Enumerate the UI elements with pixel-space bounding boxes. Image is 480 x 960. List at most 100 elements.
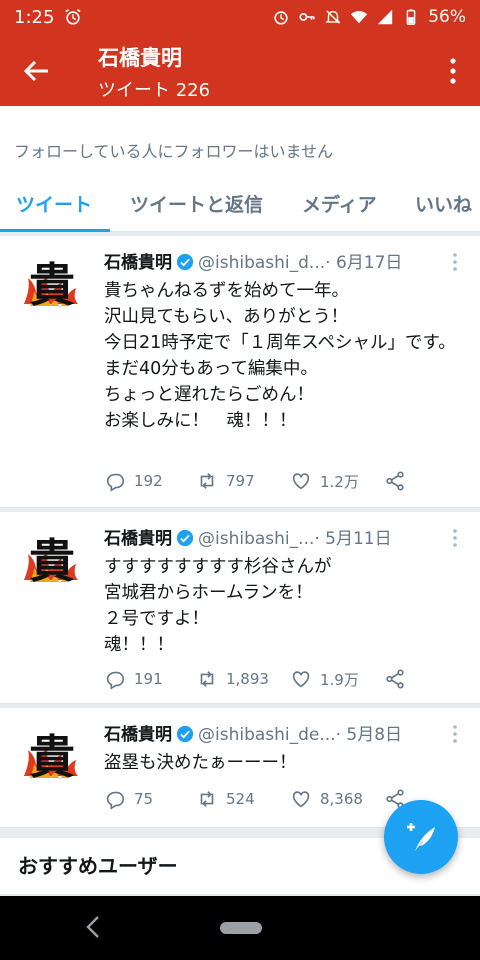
overflow-menu-icon[interactable] [448, 56, 458, 86]
verified-icon [176, 529, 194, 547]
tweet-text: すすすすすすすす杉谷さんが 宮城君からホームランを！ ２号ですよ！ 魂！！！ [104, 554, 468, 658]
reply-icon [106, 671, 125, 690]
share-icon [386, 669, 404, 689]
back-arrow-icon[interactable] [22, 56, 52, 86]
retweet-icon [200, 671, 214, 687]
reply-count: 191 [134, 670, 163, 688]
status-bar: 1:25 56% [0, 0, 480, 34]
retweet-count: 524 [226, 790, 255, 808]
status-time: 1:25 [14, 6, 55, 28]
retweet-button[interactable]: 524 [196, 788, 255, 810]
like-icon [292, 671, 310, 688]
reply-count: 75 [134, 790, 154, 808]
like-count: 1.9万 [320, 670, 359, 689]
tweet-menu-icon[interactable] [452, 528, 458, 548]
compose-tweet-button[interactable] [384, 800, 458, 874]
tweet-handle: @ishibashi_... [198, 529, 315, 549]
avatar-glyph: 貴 [29, 534, 75, 588]
battery-percent: 56% [428, 7, 466, 27]
tweet-date: · 6月17日 [325, 253, 403, 273]
vpn-key-icon [299, 13, 315, 21]
nav-home-pill[interactable] [220, 922, 262, 934]
tweet[interactable]: 貴 石橋貴明 @ishibashi_d...· 6月17日 貴ちゃんねるずを始めて… [0, 236, 480, 508]
nav-back-icon[interactable] [84, 914, 102, 940]
tab-indicator [0, 229, 110, 232]
profile-title: 石橋貴明 [98, 46, 182, 70]
reply-icon [106, 473, 125, 492]
reply-button[interactable]: 192 [104, 470, 163, 492]
avatar[interactable]: 貴 [16, 250, 88, 322]
tweet[interactable]: 貴 石橋貴明 @ishibashi_...· 5月11日 すすすすすすすす杉谷さん… [0, 512, 480, 704]
tweet-header: 石橋貴明 @ishibashi_d...· 6月17日 [104, 248, 402, 273]
tweet-text: 盗塁も決めたぁーーー！ [104, 750, 468, 776]
signal-icon [378, 9, 393, 25]
avatar[interactable]: 貴 [16, 722, 88, 794]
share-button[interactable] [384, 668, 406, 690]
tweet-author[interactable]: 石橋貴明 [104, 725, 172, 745]
retweet-icon [200, 473, 214, 489]
tweet-text: 貴ちゃんねるずを始めて一年。 沢山見てもらい、ありがとう！ 今日21時予定で「１… [104, 278, 468, 434]
tweet-line: ちょっと遅れたらごめん！ [104, 385, 314, 405]
alarm-icon [274, 11, 288, 25]
tab-media[interactable]: メディア [302, 190, 377, 217]
like-button[interactable]: 1.9万 [290, 668, 359, 690]
tweet-date: · 5月8日 [335, 725, 403, 745]
tab-tweets[interactable]: ツイート [16, 190, 92, 217]
avatar[interactable]: 貴 [16, 526, 88, 598]
tweet-header: 石橋貴明 @ishibashi_...· 5月11日 [104, 524, 392, 549]
retweet-icon [200, 791, 214, 807]
alarm-icon [65, 9, 82, 25]
tweet-actions: 191 1,893 1.9万 [104, 668, 464, 694]
tweet-line: 貴ちゃんねるずを始めて一年。 [104, 281, 349, 301]
battery-icon [406, 9, 416, 25]
retweet-count: 1,893 [226, 670, 269, 688]
share-button[interactable] [384, 470, 406, 492]
tweet-date: · 5月11日 [314, 529, 392, 549]
reply-icon [106, 791, 125, 810]
tweet-author[interactable]: 石橋貴明 [104, 253, 172, 273]
tweet-line: お楽しみに！ 魂！！！ [104, 411, 297, 431]
like-button[interactable]: 8,368 [290, 788, 363, 810]
wifi-icon [351, 11, 368, 24]
like-button[interactable]: 1.2万 [290, 470, 359, 492]
avatar-glyph: 貴 [29, 258, 75, 312]
tweet-menu-icon[interactable] [452, 252, 458, 272]
tweet-handle: @ishibashi_de... [198, 725, 336, 745]
share-icon [386, 471, 404, 491]
tweet-line: 沢山見てもらい、ありがとう！ [104, 307, 349, 327]
tweet-line: すすすすすすすす杉谷さんが [104, 557, 332, 577]
like-icon [292, 791, 310, 808]
tweet-line: 宮城君からホームランを！ [104, 583, 313, 603]
reply-button[interactable]: 75 [104, 788, 153, 810]
retweet-button[interactable]: 1,893 [196, 668, 269, 690]
compose-icon [407, 823, 435, 851]
reply-button[interactable]: 191 [104, 668, 163, 690]
tab-tweets-replies[interactable]: ツイートと返信 [130, 190, 263, 217]
tweet-line: ２号ですよ！ [104, 609, 209, 629]
retweet-button[interactable]: 797 [196, 470, 255, 492]
tweet-count: ツイート 226 [98, 80, 211, 101]
tweet-line: 盗塁も決めたぁーーー！ [104, 753, 297, 773]
retweet-count: 797 [226, 472, 255, 490]
app-bar: 石橋貴明 ツイート 226 [0, 34, 480, 106]
mute-bell-icon [325, 10, 341, 24]
avatar-glyph: 貴 [29, 730, 75, 784]
tab-likes[interactable]: いいね [415, 190, 472, 217]
profile-tabs: ツイート ツイートと返信 メディア いいね [0, 180, 480, 232]
tweet-line: 今日21時予定で「１周年スペシャル」です。 [104, 333, 456, 353]
reply-count: 192 [134, 472, 163, 490]
tweet-line: 魂！！！ [104, 635, 174, 655]
tweet-actions: 192 797 1.2万 [104, 470, 464, 496]
follow-note: フォローしている人にフォロワーはいません [0, 106, 480, 180]
tweet-author[interactable]: 石橋貴明 [104, 529, 172, 549]
like-icon [292, 473, 310, 490]
like-count: 8,368 [320, 790, 363, 808]
like-count: 1.2万 [320, 472, 359, 491]
tweet-line: まだ40分もあって編集中。 [104, 359, 318, 379]
tweet-header: 石橋貴明 @ishibashi_de...· 5月8日 [104, 720, 402, 745]
tweet-menu-icon[interactable] [452, 724, 458, 744]
verified-icon [176, 253, 194, 271]
system-nav-bar [0, 896, 480, 960]
tweet-handle: @ishibashi_d... [198, 253, 326, 273]
verified-icon [176, 725, 194, 743]
